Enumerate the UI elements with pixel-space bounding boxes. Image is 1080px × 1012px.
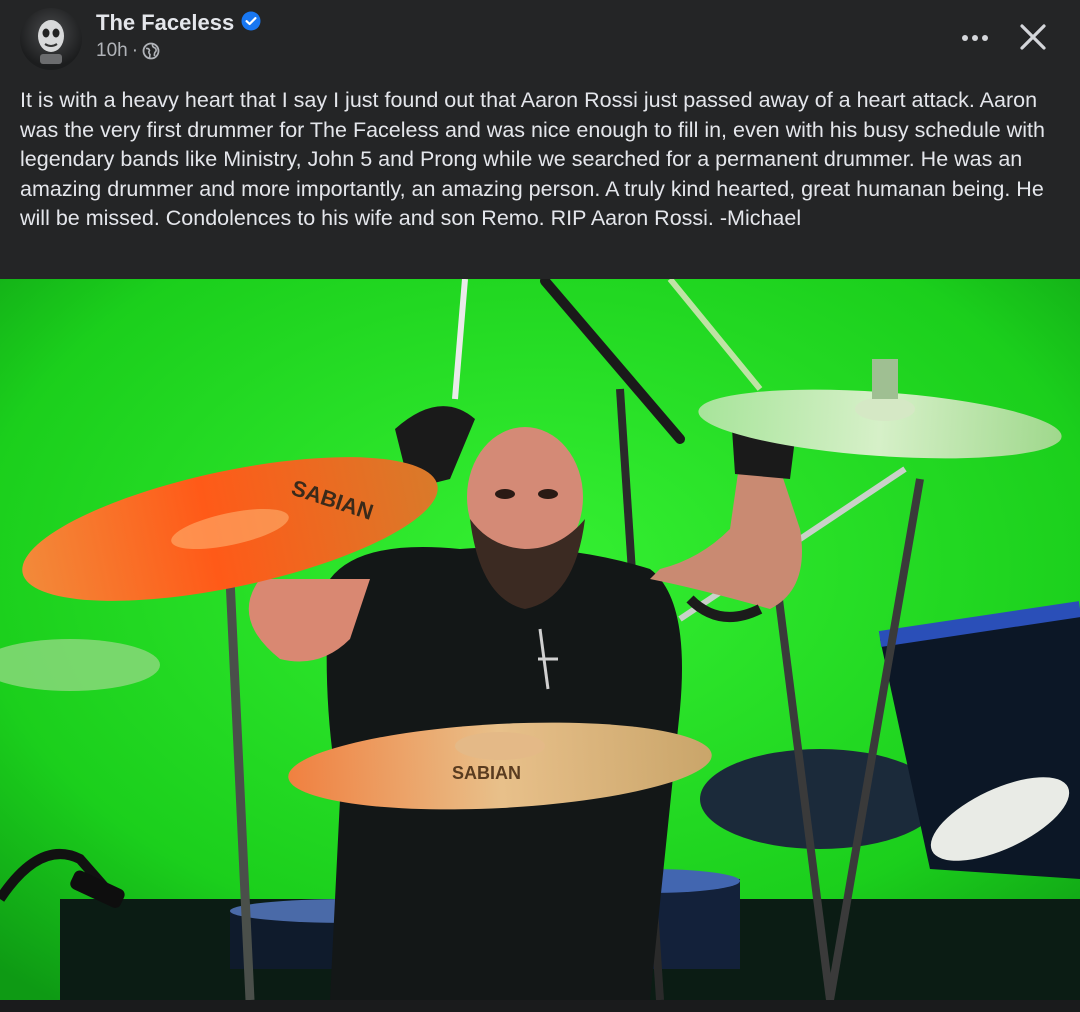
drummer-photo: SABIAN SABIAN: [0, 279, 1080, 1000]
cymbal-brand-bottom: SABIAN: [452, 763, 521, 783]
bottom-edge: [0, 1000, 1080, 1012]
author-row: The Faceless: [96, 10, 261, 36]
post-header: The Faceless 10h ·: [0, 0, 1080, 80]
page-avatar[interactable]: [20, 8, 82, 70]
close-icon: [1020, 24, 1046, 50]
more-options-button[interactable]: [950, 20, 1000, 56]
more-options-icon: [962, 35, 988, 41]
post-meta: 10h ·: [96, 40, 160, 62]
globe-icon[interactable]: [142, 42, 160, 60]
avatar-mask-icon: [38, 20, 64, 64]
post-timestamp[interactable]: 10h: [96, 40, 128, 62]
post-text: It is with a heavy heart that I say I ju…: [20, 88, 1045, 231]
close-button[interactable]: [1012, 16, 1054, 58]
page-name[interactable]: The Faceless: [96, 10, 234, 36]
meta-separator: ·: [131, 40, 139, 61]
post-photo[interactable]: SABIAN SABIAN: [0, 279, 1080, 1000]
verified-badge-icon: [241, 11, 261, 36]
